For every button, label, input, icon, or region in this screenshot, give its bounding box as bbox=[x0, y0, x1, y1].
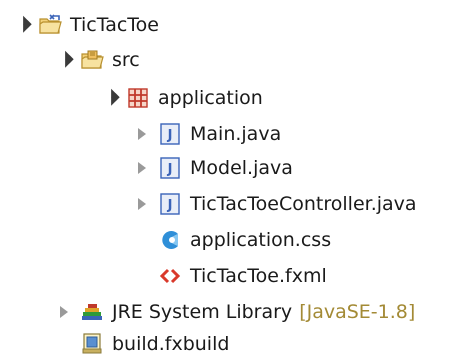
project-folder-icon bbox=[39, 14, 62, 34]
svg-text:J: J bbox=[167, 128, 173, 143]
tree-item-build-fxbuild[interactable]: build.fxbuild bbox=[56, 327, 229, 361]
library-icon bbox=[82, 304, 102, 320]
tree-item-model-java[interactable]: J Model.java bbox=[134, 151, 293, 185]
tree-item-main-java[interactable]: J Main.java bbox=[134, 117, 281, 151]
file-label: TicTacToe.fxml bbox=[190, 265, 327, 287]
tree-item-tictactoe-fxml[interactable]: TicTacToe.fxml bbox=[134, 259, 327, 293]
tree-item-project[interactable]: TicTacToe bbox=[14, 8, 159, 42]
expanded-arrow-icon[interactable] bbox=[102, 91, 116, 105]
tree-item-jre-system-library[interactable]: JRE System Library [JavaSE-1.8] bbox=[56, 295, 415, 329]
collapsed-arrow-icon[interactable] bbox=[134, 127, 148, 141]
jre-label: JRE System Library bbox=[112, 301, 293, 323]
project-explorer-tree: TicTacToe src application J Main.java J … bbox=[0, 0, 470, 362]
file-label: TicTacToeController.java bbox=[190, 193, 417, 215]
package-label: application bbox=[158, 87, 263, 109]
css-file-icon bbox=[162, 231, 178, 249]
package-icon bbox=[128, 88, 148, 108]
collapsed-arrow-icon[interactable] bbox=[134, 197, 148, 211]
file-label: Main.java bbox=[190, 123, 282, 145]
source-folder-icon bbox=[81, 50, 104, 69]
file-label: application.css bbox=[190, 229, 332, 251]
project-label: TicTacToe bbox=[70, 14, 159, 36]
svg-text:J: J bbox=[167, 198, 173, 213]
tree-item-application-css[interactable]: application.css bbox=[134, 223, 331, 257]
build-label: build.fxbuild bbox=[112, 333, 230, 355]
expanded-arrow-icon[interactable] bbox=[56, 53, 70, 67]
tree-item-tictactoecontroller-java[interactable]: J TicTacToeController.java bbox=[134, 187, 417, 221]
fxml-file-icon bbox=[159, 268, 181, 284]
file-label: Model.java bbox=[190, 157, 293, 179]
java-file-icon: J bbox=[160, 157, 180, 179]
build-file-icon bbox=[82, 333, 102, 354]
java-file-icon: J bbox=[160, 193, 180, 215]
jre-version-decoration: [JavaSE-1.8] bbox=[299, 301, 416, 323]
tree-item-package-application[interactable]: application bbox=[102, 81, 263, 115]
collapsed-arrow-icon[interactable] bbox=[134, 161, 148, 175]
expanded-arrow-icon[interactable] bbox=[14, 18, 28, 32]
src-label: src bbox=[112, 49, 140, 71]
tree-item-src[interactable]: src bbox=[56, 43, 140, 77]
svg-text:J: J bbox=[167, 162, 173, 177]
java-file-icon: J bbox=[160, 123, 180, 145]
collapsed-arrow-icon[interactable] bbox=[56, 305, 70, 319]
